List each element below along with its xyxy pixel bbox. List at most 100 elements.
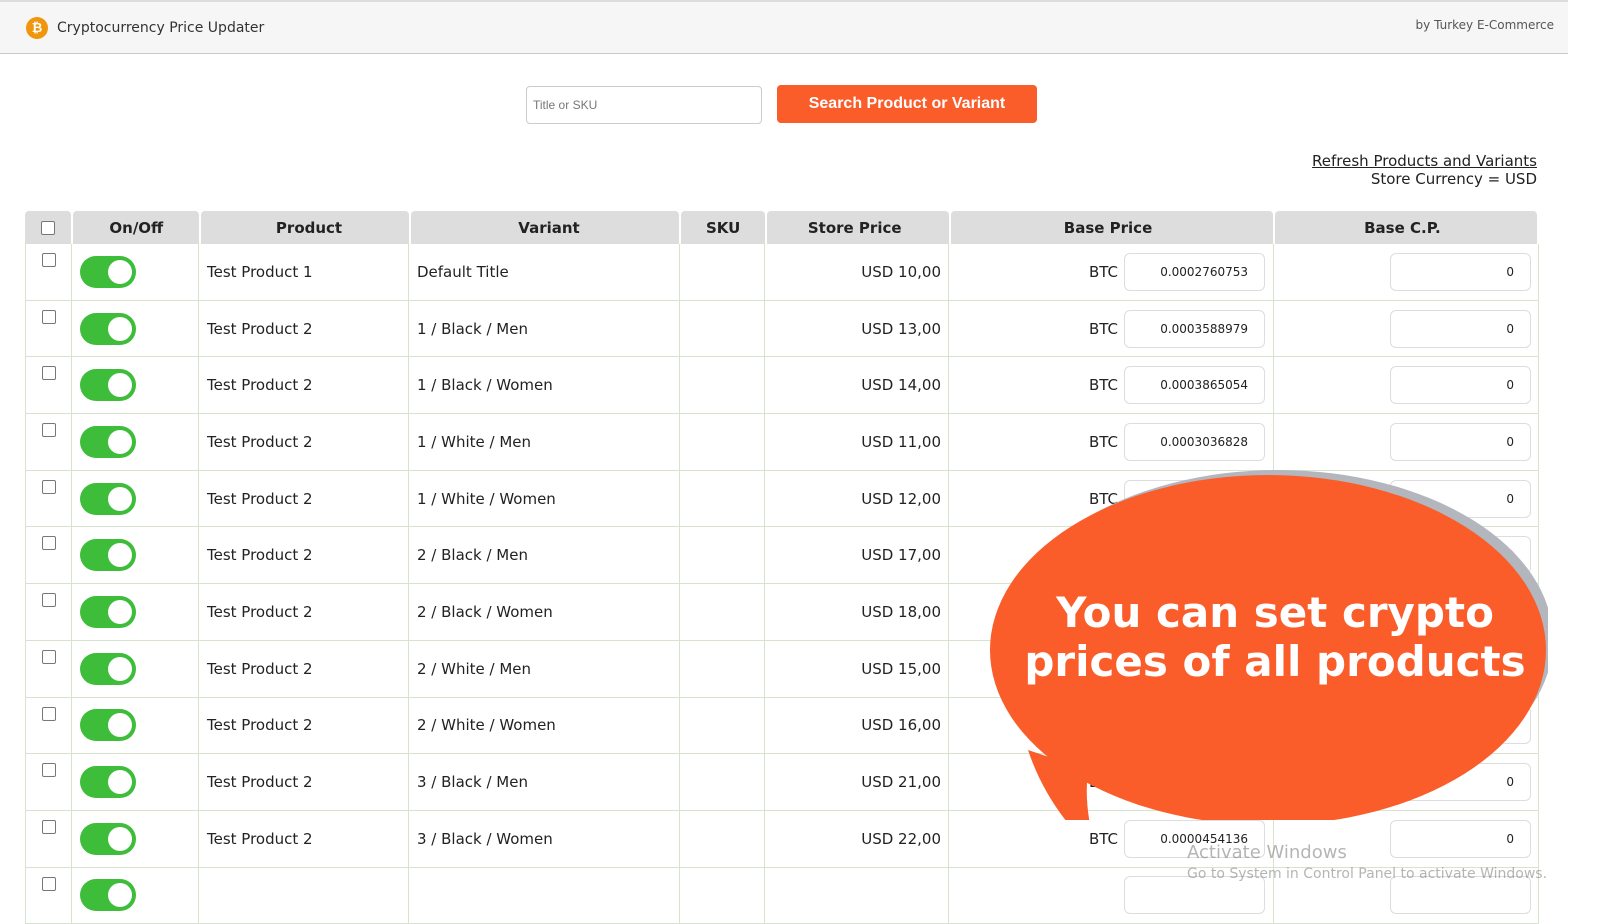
base-currency: BTC <box>1088 489 1118 508</box>
store-price: USD 17,00 <box>765 527 949 584</box>
table-row: Test Product 1 Default Title USD 10,00 B… <box>25 244 1539 301</box>
on-off-toggle[interactable] <box>80 652 136 685</box>
sku <box>680 697 765 754</box>
row-checkbox[interactable] <box>42 593 56 608</box>
base-cp-input[interactable] <box>1390 309 1531 348</box>
select-cell <box>25 244 72 300</box>
row-checkbox[interactable] <box>42 479 56 494</box>
base-cp-input[interactable] <box>1390 536 1531 575</box>
base-price-input[interactable]: 0.0002760753 <box>1124 252 1265 291</box>
row-checkbox[interactable] <box>42 536 56 551</box>
variant-name: 2 / White / Women <box>409 697 680 754</box>
base-price-input[interactable]: 0.0003036828 <box>1124 422 1265 461</box>
base-cp-input[interactable] <box>1390 706 1531 745</box>
header-variant: Variant <box>410 211 680 244</box>
on-off-toggle[interactable] <box>80 539 136 572</box>
store-price: USD 10,00 <box>765 244 949 300</box>
base-cp-cell <box>1274 244 1539 300</box>
variant-name: 1 / White / Women <box>409 470 680 527</box>
on-off-toggle[interactable] <box>80 482 136 515</box>
row-checkbox[interactable] <box>42 366 56 381</box>
row-checkbox[interactable] <box>42 649 56 664</box>
variant-name: Default Title <box>409 244 680 300</box>
product-name: Test Product 2 <box>199 470 409 527</box>
base-currency: BTC <box>1088 432 1118 451</box>
product-name: Test Product 2 <box>199 810 409 867</box>
watermark-subtitle: Go to System in Control Panel to activat… <box>1187 866 1548 882</box>
sku <box>680 867 765 924</box>
base-cp-input[interactable] <box>1390 366 1531 405</box>
base-cp-input[interactable] <box>1390 479 1531 518</box>
callout-text: You can set crypto prices of all product… <box>1024 588 1526 686</box>
product-name: Test Product 2 <box>199 754 409 810</box>
store-price: USD 14,00 <box>765 357 949 414</box>
refresh-products-link[interactable]: Refresh Products and Variants <box>1312 152 1537 170</box>
header-base-cp: Base C.P. <box>1274 211 1537 244</box>
base-price-input[interactable] <box>1124 763 1265 802</box>
search-input[interactable] <box>526 86 762 124</box>
toggle-cell <box>72 640 199 697</box>
sku <box>680 300 765 357</box>
row-checkbox[interactable] <box>42 423 56 438</box>
select-cell <box>25 527 72 584</box>
base-currency: BTC <box>1088 376 1118 395</box>
row-checkbox[interactable] <box>42 819 56 834</box>
row-checkbox[interactable] <box>42 706 56 721</box>
variant-name: 1 / White / Men <box>409 414 680 470</box>
table-row: Test Product 2 2 / White / Women USD 16,… <box>25 697 1539 755</box>
header-on-off: On/Off <box>73 211 200 244</box>
store-price: USD 11,00 <box>765 414 949 470</box>
variant-name: 2 / Black / Women <box>409 584 680 640</box>
base-price-input[interactable] <box>1124 479 1265 518</box>
store-price <box>765 867 949 924</box>
on-off-toggle[interactable] <box>80 255 136 288</box>
store-price: USD 12,00 <box>765 470 949 527</box>
base-price-input[interactable] <box>1124 536 1265 575</box>
base-price-input[interactable]: 0.0003865054 <box>1124 366 1265 405</box>
on-off-toggle[interactable] <box>80 312 136 345</box>
variant-name: 3 / Black / Men <box>409 754 680 810</box>
base-price-cell: BTC 0.0003036828 <box>949 414 1274 470</box>
base-price-input[interactable]: 0.0003588979 <box>1124 309 1265 348</box>
base-price-cell: BTC 0.0003865054 <box>949 357 1274 414</box>
row-checkbox[interactable] <box>42 309 56 324</box>
select-cell <box>25 470 72 527</box>
row-checkbox[interactable] <box>42 763 56 778</box>
on-off-toggle[interactable] <box>80 766 136 799</box>
base-price-input[interactable] <box>1124 706 1265 745</box>
select-cell <box>25 414 72 470</box>
row-checkbox[interactable] <box>42 876 56 891</box>
on-off-toggle[interactable] <box>80 369 136 402</box>
header-select-all <box>25 211 72 244</box>
base-cp-input[interactable] <box>1390 252 1531 291</box>
select-cell <box>25 810 72 867</box>
table-row: Test Product 2 1 / Black / Women USD 14,… <box>25 357 1539 415</box>
base-cp-input[interactable] <box>1390 763 1531 802</box>
on-off-toggle[interactable] <box>80 595 136 628</box>
row-checkbox[interactable] <box>42 253 56 267</box>
base-cp-input[interactable] <box>1390 422 1531 461</box>
base-price-input[interactable] <box>1124 876 1265 915</box>
base-cp-input[interactable] <box>1390 876 1531 915</box>
base-currency: BTC <box>1088 319 1118 338</box>
base-price-cell: BTC <box>949 697 1274 754</box>
select-cell <box>25 640 72 697</box>
base-currency: BTC <box>1088 716 1118 735</box>
search-button[interactable]: Search Product or Variant <box>777 85 1037 123</box>
product-name: Test Product 2 <box>199 300 409 357</box>
sku <box>680 414 765 470</box>
sku <box>680 470 765 527</box>
sku <box>680 584 765 640</box>
on-off-toggle[interactable] <box>80 822 136 855</box>
header-sku: SKU <box>681 211 766 244</box>
variant-name: 2 / Black / Men <box>409 527 680 584</box>
toggle-cell <box>72 470 199 527</box>
on-off-toggle[interactable] <box>80 879 136 912</box>
product-name: Test Product 2 <box>199 640 409 697</box>
on-off-toggle[interactable] <box>80 425 136 458</box>
base-cp-input[interactable] <box>1390 819 1531 858</box>
on-off-toggle[interactable] <box>80 709 136 742</box>
toggle-cell <box>72 414 199 470</box>
select-all-checkbox[interactable] <box>41 220 56 235</box>
table-row: Test Product 2 1 / White / Women USD 12,… <box>25 470 1539 528</box>
